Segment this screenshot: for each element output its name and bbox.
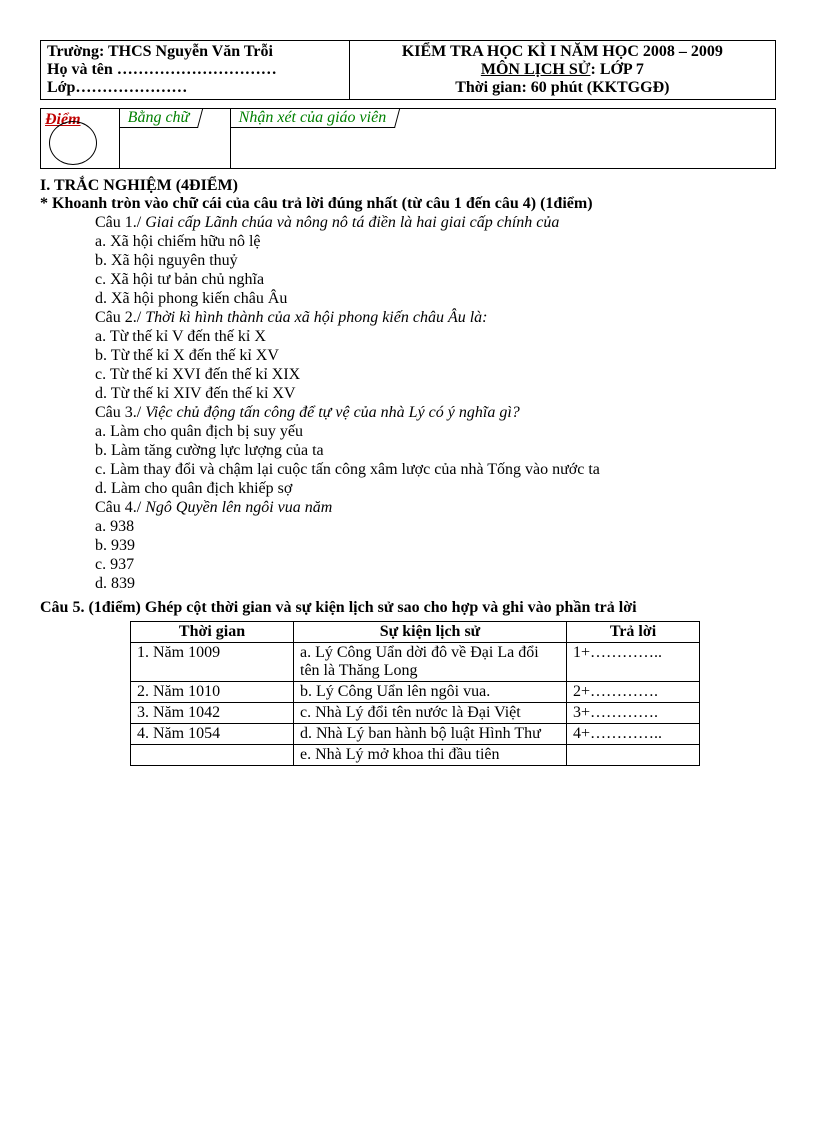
q1-option-d: d. Xã hội phong kiến châu Âu [95, 290, 776, 308]
q2-option-d: d. Từ thế kỉ XIV đến thế kỉ XV [95, 385, 776, 403]
q1-option-a: a. Xã hội chiếm hữu nô lệ [95, 233, 776, 251]
match-answer: 2+…………. [567, 682, 700, 703]
header-left: Trường: THCS Nguyễn Văn Trỗi Họ và tên …… [41, 41, 350, 100]
match-row: 2. Năm 1010 b. Lý Công Uẩn lên ngôi vua.… [131, 682, 700, 703]
match-row: e. Nhà Lý mở khoa thi đầu tiên [131, 745, 700, 766]
match-event: d. Nhà Lý ban hành bộ luật Hình Thư [294, 724, 567, 745]
match-event: a. Lý Công Uẩn dời đô về Đại La đổi tên … [294, 643, 567, 682]
section-1-title: I. TRẮC NGHIỆM (4ĐIỂM) [40, 177, 776, 195]
match-event: c. Nhà Lý đổi tên nước là Đại Việt [294, 703, 567, 724]
exam-title: KIỂM TRA HỌC KÌ I NĂM HỌC 2008 – 2009 [356, 43, 769, 61]
comment-cell: Nhận xét của giáo viên [231, 109, 776, 169]
match-header-time: Thời gian [131, 622, 294, 643]
q1-prompt: Câu 1./ Giai cấp Lãnh chúa và nông nô tá… [95, 214, 776, 232]
question-1: Câu 1./ Giai cấp Lãnh chúa và nông nô tá… [95, 214, 776, 593]
q2-option-b: b. Từ thế kỉ X đến thế kỉ XV [95, 347, 776, 365]
q1-option-b: b. Xã hội nguyên thuỷ [95, 252, 776, 270]
q3-option-c: c. Làm thay đổi và chậm lại cuộc tấn côn… [95, 461, 776, 479]
grade-table: Điểm Bằng chữ Nhận xét của giáo viên [40, 108, 776, 169]
section-1-instruction: * Khoanh tròn vào chữ cái của câu trả lờ… [40, 195, 776, 213]
match-time: 2. Năm 1010 [131, 682, 294, 703]
q3-option-a: a. Làm cho quân địch bị suy yếu [95, 423, 776, 441]
q2-prompt: Câu 2./ Thời kì hình thành của xã hội ph… [95, 309, 776, 327]
q2-option-a: a. Từ thế kỉ V đến thế kỉ X [95, 328, 776, 346]
score-cell: Điểm [41, 109, 120, 169]
match-row: 3. Năm 1042 c. Nhà Lý đổi tên nước là Đạ… [131, 703, 700, 724]
match-table: Thời gian Sự kiện lịch sử Trả lời 1. Năm… [130, 621, 700, 766]
q4-option-a: a. 938 [95, 518, 776, 536]
q1-option-c: c. Xã hội tư bản chủ nghĩa [95, 271, 776, 289]
header-table: Trường: THCS Nguyễn Văn Trỗi Họ và tên …… [40, 40, 776, 100]
q4-option-c: c. 937 [95, 556, 776, 574]
match-time: 4. Năm 1054 [131, 724, 294, 745]
subject-line: MÔN LỊCH SỬ: LỚP 7 [356, 61, 769, 79]
student-name-line: Họ và tên ………………………… [47, 61, 343, 79]
match-answer [567, 745, 700, 766]
q3-option-d: d. Làm cho quân địch khiếp sợ [95, 480, 776, 498]
match-event: b. Lý Công Uẩn lên ngôi vua. [294, 682, 567, 703]
q4-option-b: b. 939 [95, 537, 776, 555]
match-answer: 1+………….. [567, 643, 700, 682]
q5-title: Câu 5. (1điểm) Ghép cột thời gian và sự … [40, 599, 776, 617]
header-right: KIỂM TRA HỌC KÌ I NĂM HỌC 2008 – 2009 MÔ… [349, 41, 775, 100]
match-header-event: Sự kiện lịch sử [294, 622, 567, 643]
match-time: 1. Năm 1009 [131, 643, 294, 682]
score-oval [49, 121, 97, 165]
school-name: Trường: THCS Nguyễn Văn Trỗi [47, 43, 343, 61]
match-answer: 4+………….. [567, 724, 700, 745]
match-event: e. Nhà Lý mở khoa thi đầu tiên [294, 745, 567, 766]
time-line: Thời gian: 60 phút (KKTGGĐ) [356, 79, 769, 97]
match-answer: 3+…………. [567, 703, 700, 724]
q4-option-d: d. 839 [95, 575, 776, 593]
words-label: Bằng chữ [119, 109, 203, 128]
q2-option-c: c. Từ thế kỉ XVI đến thế kỉ XIX [95, 366, 776, 384]
match-header-answer: Trả lời [567, 622, 700, 643]
words-cell: Bằng chữ [120, 109, 231, 169]
match-row: 4. Năm 1054 d. Nhà Lý ban hành bộ luật H… [131, 724, 700, 745]
q4-prompt: Câu 4./ Ngô Quyền lên ngôi vua năm [95, 499, 776, 517]
comment-label: Nhận xét của giáo viên [230, 109, 400, 128]
class-line: Lớp………………… [47, 79, 343, 97]
q3-prompt: Câu 3./ Việc chủ động tấn công để tự vệ … [95, 404, 776, 422]
match-row: 1. Năm 1009 a. Lý Công Uẩn dời đô về Đại… [131, 643, 700, 682]
match-time: 3. Năm 1042 [131, 703, 294, 724]
match-time [131, 745, 294, 766]
q3-option-b: b. Làm tăng cường lực lượng của ta [95, 442, 776, 460]
